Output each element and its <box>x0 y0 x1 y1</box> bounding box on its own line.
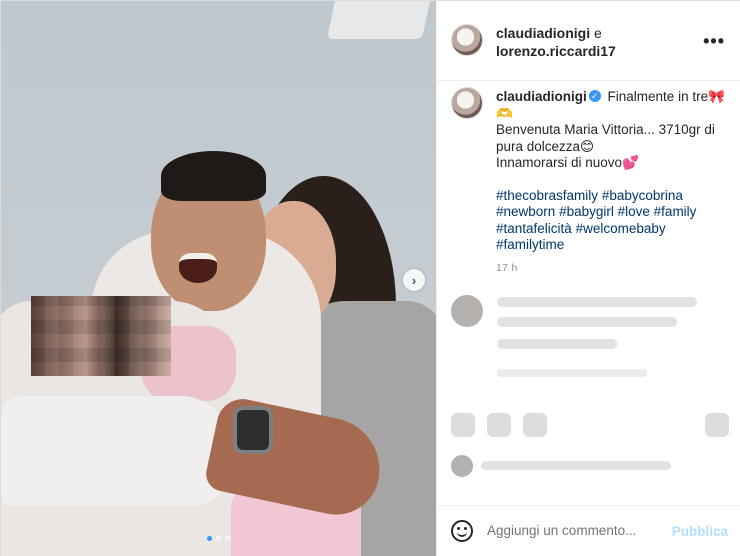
comment-bar: Pubblica <box>437 505 740 556</box>
caption-avatar[interactable] <box>451 87 483 119</box>
emoji-icon[interactable] <box>451 520 473 542</box>
carousel-next-button[interactable]: › <box>403 269 425 291</box>
blurred-comment-text <box>497 297 697 307</box>
comment-input[interactable] <box>487 523 667 538</box>
author-names: claudiadionigi e lorenzo.riccardi17 <box>496 24 616 60</box>
blurred-likes-text <box>481 461 671 470</box>
blurred-comment-text <box>497 339 617 349</box>
photo-wristwatch <box>233 406 273 454</box>
carousel-dots <box>1 536 436 541</box>
photo-pixelated-baby-face <box>31 296 171 376</box>
post-timestamp[interactable]: 17 h <box>496 260 736 277</box>
caption-text: claudiadionigi ✓ Finalmente in tre🎀 🫶 Ben… <box>496 89 736 276</box>
blurred-like-icon <box>451 413 475 437</box>
blurred-share-icon <box>523 413 547 437</box>
blurred-comment-icon <box>487 413 511 437</box>
caption-line-4: Innamorarsi di nuovo💕 <box>496 155 639 170</box>
blurred-comment-avatar <box>451 295 483 327</box>
author-username-2[interactable]: lorenzo.riccardi17 <box>496 43 616 59</box>
hashtag-link[interactable]: #newborn <box>496 204 555 219</box>
verified-badge-icon: ✓ <box>588 90 601 103</box>
instagram-post: › claudiadionigi e lorenzo.riccardi17 ••… <box>0 0 740 556</box>
author-conjunction: e <box>594 25 602 41</box>
author-avatar[interactable] <box>451 24 483 56</box>
caption-hashtags: #thecobrasfamily #babycobrina #newborn #… <box>496 188 736 254</box>
hashtag-link[interactable]: #tantafelicità <box>496 221 572 236</box>
caption-line-3: Benvenuta Maria Vittoria... 3710gr di pu… <box>496 122 715 154</box>
hashtag-link[interactable]: #family <box>654 204 697 219</box>
photo-man-hair <box>161 151 266 201</box>
hashtag-link[interactable]: #thecobrasfamily <box>496 188 598 203</box>
hashtag-link[interactable]: #babygirl <box>559 204 614 219</box>
post-header: claudiadionigi e lorenzo.riccardi17 ••• <box>437 1 740 81</box>
blurred-liker-avatar <box>451 455 473 477</box>
caption-line-1: Finalmente in tre🎀 <box>607 89 725 104</box>
blurred-save-icon <box>705 413 729 437</box>
carousel-dot <box>225 536 230 541</box>
photo-arm-sleeve <box>1 396 231 506</box>
carousel-dot-active <box>207 536 212 541</box>
author-username-1[interactable]: claudiadionigi <box>496 25 590 41</box>
hashtag-link[interactable]: #babycobrina <box>602 188 683 203</box>
hashtag-link[interactable]: #love <box>618 204 650 219</box>
hashtag-link[interactable]: #familytime <box>496 237 564 252</box>
publish-button[interactable]: Pubblica <box>672 524 728 539</box>
more-options-icon[interactable]: ••• <box>703 31 725 52</box>
photo-man-smile <box>179 253 217 283</box>
carousel-dot <box>216 536 221 541</box>
caption-username[interactable]: claudiadionigi <box>496 89 587 104</box>
post-photo[interactable]: › <box>1 1 436 556</box>
caption-line-2: 🫶 <box>496 105 513 121</box>
hashtag-link[interactable]: #welcomebaby <box>576 221 666 236</box>
chevron-right-icon: › <box>411 272 417 288</box>
blurred-comment-text <box>497 317 677 327</box>
photo-lamp <box>326 1 431 39</box>
blurred-comment-meta <box>497 369 647 377</box>
blurred-comments-area <box>437 283 740 493</box>
post-side-panel: claudiadionigi e lorenzo.riccardi17 ••• … <box>436 1 740 556</box>
